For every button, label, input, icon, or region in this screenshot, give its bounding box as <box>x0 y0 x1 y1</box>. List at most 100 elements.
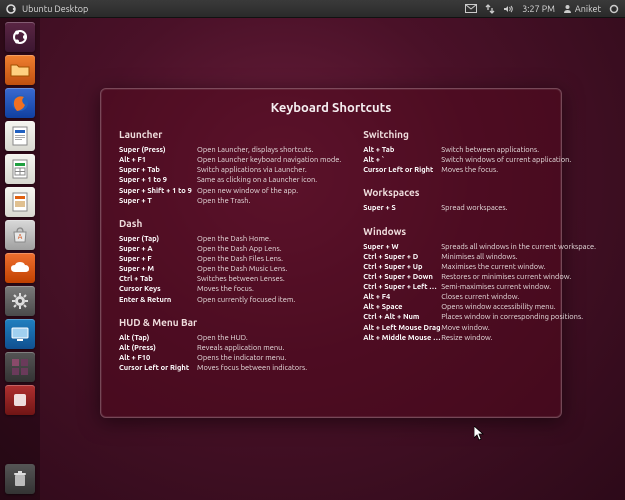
shortcut-section: HUD & Menu BarAlt (Tap)Open the HUD.Alt … <box>119 317 341 374</box>
clock-time: 3:27 PM <box>522 4 555 14</box>
app-other-icon <box>12 392 28 408</box>
shortcut-desc: Switch between applications. <box>441 145 596 155</box>
shortcut-section: DashSuper (Tap)Open the Dash Home.Super … <box>119 218 341 305</box>
volume-icon <box>503 4 514 14</box>
shortcut-desc: Open Launcher keyboard navigation mode. <box>197 155 341 165</box>
shortcut-row: Alt (Press)Reveals application menu. <box>119 343 341 353</box>
launcher-item-app-other[interactable] <box>5 385 35 415</box>
ubuntu-logo-icon <box>6 4 16 14</box>
shortcut-key: Alt + Tab <box>363 145 441 155</box>
shortcut-desc: Same as clicking on a Launcher icon. <box>197 175 341 185</box>
shortcut-row: Cursor KeysMoves the focus. <box>119 284 341 294</box>
overlay-right-column: SwitchingAlt + TabSwitch between applica… <box>363 129 596 385</box>
shortcut-desc: Open new window of the app. <box>197 186 341 196</box>
shortcut-desc: Maximises the current window. <box>441 262 596 272</box>
shortcut-desc: Moves the focus. <box>197 284 341 294</box>
section-title: Launcher <box>119 129 341 140</box>
section-title: Windows <box>363 226 596 237</box>
section-title: Workspaces <box>363 187 596 198</box>
shortcut-row: Ctrl + Super + DMinimises all windows. <box>363 252 596 262</box>
shortcut-desc: Opens the indicator menu. <box>197 353 341 363</box>
top-panel: Ubuntu Desktop 3:27 PM Aniket <box>0 0 625 18</box>
shortcut-key: Alt + Middle Mouse Drag <box>363 333 441 343</box>
launcher-item-ubuntu-one[interactable] <box>5 253 35 283</box>
launcher-item-dash-home[interactable] <box>5 22 35 52</box>
shortcut-key: Super + Tab <box>119 165 197 175</box>
shortcut-key: Alt + F4 <box>363 292 441 302</box>
shortcut-row: Super + WSpreads all windows in the curr… <box>363 242 596 252</box>
shortcut-row: Ctrl + TabSwitches between Lenses. <box>119 274 341 284</box>
settings-icon <box>11 292 29 310</box>
shortcut-desc: Spreads all windows in the current works… <box>441 242 596 252</box>
network-icon <box>485 4 495 14</box>
launcher-item-firefox[interactable] <box>5 88 35 118</box>
network-indicator[interactable] <box>485 4 495 14</box>
shortcut-key: Alt (Press) <box>119 343 197 353</box>
shortcut-row: Ctrl + Super + UpMaximises the current w… <box>363 262 596 272</box>
launcher-item-workspace-switcher[interactable] <box>5 352 35 382</box>
shortcut-key: Ctrl + Super + Left or Ri... <box>363 282 441 292</box>
dash-home-icon <box>11 28 29 46</box>
launcher-item-libreoffice-calc[interactable] <box>5 154 35 184</box>
libreoffice-writer-icon <box>11 126 29 146</box>
shortcut-key: Cursor Left or Right <box>363 165 441 175</box>
software-center-icon: A <box>11 226 29 244</box>
shortcut-desc: Moves focus between indicators. <box>197 363 341 373</box>
firefox-icon <box>10 93 30 113</box>
section-title: Dash <box>119 218 341 229</box>
mail-indicator[interactable] <box>465 4 477 13</box>
shortcut-key: Super + F <box>119 254 197 264</box>
shortcut-desc: Restores or minimises current window. <box>441 272 596 282</box>
shortcut-row: Alt + F1Open Launcher keyboard navigatio… <box>119 155 341 165</box>
workspace-switcher-icon <box>11 358 29 376</box>
shortcut-section: SwitchingAlt + TabSwitch between applica… <box>363 129 596 175</box>
shortcut-row: Super (Tap)Open the Dash Home. <box>119 234 341 244</box>
launcher-item-libreoffice-impress[interactable] <box>5 187 35 217</box>
shortcut-key: Alt (Tap) <box>119 333 197 343</box>
user-name: Aniket <box>575 4 601 14</box>
shortcut-key: Super (Press) <box>119 145 197 155</box>
launcher-item-settings[interactable] <box>5 286 35 316</box>
appearance-icon <box>10 326 30 342</box>
sound-indicator[interactable] <box>503 4 514 14</box>
launcher-item-home-folder[interactable] <box>5 55 35 85</box>
shortcut-desc: Reveals application menu. <box>197 343 341 353</box>
shortcut-desc: Minimises all windows. <box>441 252 596 262</box>
home-folder-icon <box>10 62 30 78</box>
shortcut-desc: Resize window. <box>441 333 596 343</box>
launcher-item-software-center[interactable]: A <box>5 220 35 250</box>
shortcut-row: Enter & ReturnOpen currently focused ite… <box>119 295 341 305</box>
shortcut-row: Super + TabSwitch applications via Launc… <box>119 165 341 175</box>
shortcut-desc: Switch windows of current application. <box>441 155 596 165</box>
shortcut-row: Super + SSpread workspaces. <box>363 203 596 213</box>
user-indicator[interactable]: Aniket <box>563 4 601 14</box>
shortcut-desc: Moves the focus. <box>441 165 596 175</box>
shortcut-key: Ctrl + Tab <box>119 274 197 284</box>
shortcut-row: Super + AOpen the Dash App Lens. <box>119 244 341 254</box>
clock-indicator[interactable]: 3:27 PM <box>522 4 555 14</box>
trash-launcher-item[interactable] <box>5 464 35 494</box>
shortcut-desc: Open the Dash Files Lens. <box>197 254 341 264</box>
shortcut-key: Alt + F1 <box>119 155 197 165</box>
launcher-item-libreoffice-writer[interactable] <box>5 121 35 151</box>
shortcut-desc: Open the Trash. <box>197 196 341 206</box>
shortcut-key: Super + M <box>119 264 197 274</box>
shortcut-desc: Open the HUD. <box>197 333 341 343</box>
libreoffice-impress-icon <box>11 192 29 212</box>
shortcut-row: Super (Press)Open Launcher, displays sho… <box>119 145 341 155</box>
mouse-cursor-icon <box>474 426 486 442</box>
launcher-item-appearance[interactable] <box>5 319 35 349</box>
system-indicator[interactable] <box>609 4 619 14</box>
shortcut-row: Cursor Left or RightMoves the focus. <box>363 165 596 175</box>
keyboard-shortcut-overlay: Keyboard Shortcuts LauncherSuper (Press)… <box>100 88 562 418</box>
shortcut-row: Alt + SpaceOpens window accessibility me… <box>363 302 596 312</box>
shortcut-desc: Open Launcher, displays shortcuts. <box>197 145 341 155</box>
mail-icon <box>465 4 477 13</box>
shortcut-row: Alt + F10Opens the indicator menu. <box>119 353 341 363</box>
shortcut-row: Ctrl + Alt + NumPlaces window in corresp… <box>363 312 596 322</box>
gear-icon <box>609 4 619 14</box>
shortcut-key: Super + Shift + 1 to 9 <box>119 186 197 196</box>
shortcut-desc: Spread workspaces. <box>441 203 596 213</box>
shortcut-key: Ctrl + Super + Down <box>363 272 441 282</box>
shortcut-key: Ctrl + Super + D <box>363 252 441 262</box>
